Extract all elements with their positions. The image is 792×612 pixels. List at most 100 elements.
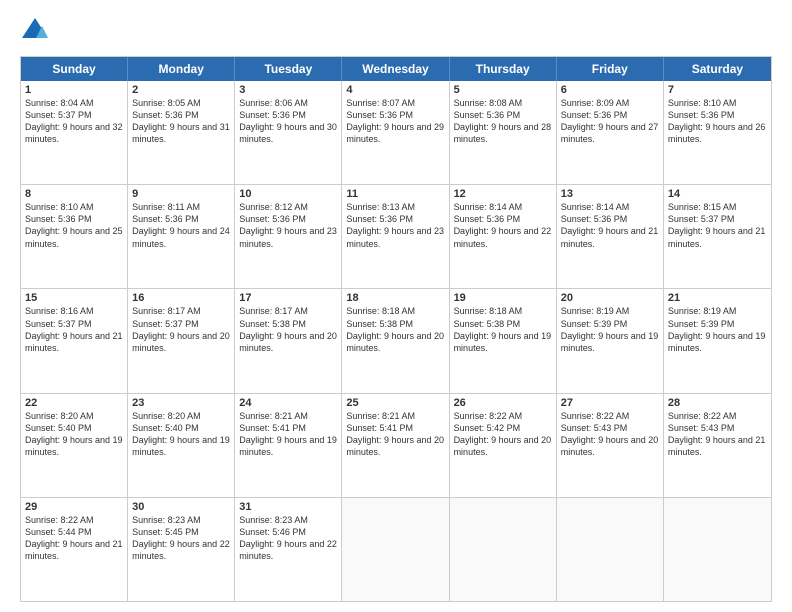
calendar-cell: 17 Sunrise: 8:17 AM Sunset: 5:38 PM Dayl… [235, 289, 342, 392]
calendar-header: SundayMondayTuesdayWednesdayThursdayFrid… [21, 57, 771, 81]
calendar-cell [342, 498, 449, 601]
calendar-cell: 15 Sunrise: 8:16 AM Sunset: 5:37 PM Dayl… [21, 289, 128, 392]
day-number: 21 [668, 292, 767, 304]
calendar-row: 1 Sunrise: 8:04 AM Sunset: 5:37 PM Dayli… [21, 81, 771, 184]
calendar-cell: 6 Sunrise: 8:09 AM Sunset: 5:36 PM Dayli… [557, 81, 664, 184]
day-info: Sunrise: 8:09 AM Sunset: 5:36 PM Dayligh… [561, 97, 659, 146]
calendar-cell: 29 Sunrise: 8:22 AM Sunset: 5:44 PM Dayl… [21, 498, 128, 601]
calendar-cell: 26 Sunrise: 8:22 AM Sunset: 5:42 PM Dayl… [450, 394, 557, 497]
day-info: Sunrise: 8:19 AM Sunset: 5:39 PM Dayligh… [668, 305, 767, 354]
calendar-header-cell: Friday [557, 57, 664, 81]
day-info: Sunrise: 8:14 AM Sunset: 5:36 PM Dayligh… [454, 201, 552, 250]
calendar-cell: 31 Sunrise: 8:23 AM Sunset: 5:46 PM Dayl… [235, 498, 342, 601]
day-info: Sunrise: 8:08 AM Sunset: 5:36 PM Dayligh… [454, 97, 552, 146]
day-number: 4 [346, 84, 444, 96]
day-info: Sunrise: 8:21 AM Sunset: 5:41 PM Dayligh… [346, 410, 444, 459]
day-number: 5 [454, 84, 552, 96]
day-info: Sunrise: 8:17 AM Sunset: 5:37 PM Dayligh… [132, 305, 230, 354]
day-info: Sunrise: 8:13 AM Sunset: 5:36 PM Dayligh… [346, 201, 444, 250]
day-number: 11 [346, 188, 444, 200]
day-info: Sunrise: 8:23 AM Sunset: 5:45 PM Dayligh… [132, 514, 230, 563]
day-info: Sunrise: 8:22 AM Sunset: 5:43 PM Dayligh… [668, 410, 767, 459]
calendar-header-cell: Thursday [450, 57, 557, 81]
header [20, 16, 772, 46]
day-number: 23 [132, 397, 230, 409]
day-number: 29 [25, 501, 123, 513]
day-number: 19 [454, 292, 552, 304]
calendar-cell [450, 498, 557, 601]
day-info: Sunrise: 8:22 AM Sunset: 5:42 PM Dayligh… [454, 410, 552, 459]
logo-icon [20, 16, 50, 46]
day-number: 6 [561, 84, 659, 96]
calendar-cell: 4 Sunrise: 8:07 AM Sunset: 5:36 PM Dayli… [342, 81, 449, 184]
day-number: 26 [454, 397, 552, 409]
calendar-header-cell: Sunday [21, 57, 128, 81]
calendar-cell: 12 Sunrise: 8:14 AM Sunset: 5:36 PM Dayl… [450, 185, 557, 288]
calendar-header-cell: Monday [128, 57, 235, 81]
day-number: 14 [668, 188, 767, 200]
day-info: Sunrise: 8:20 AM Sunset: 5:40 PM Dayligh… [25, 410, 123, 459]
calendar-cell: 19 Sunrise: 8:18 AM Sunset: 5:38 PM Dayl… [450, 289, 557, 392]
day-number: 15 [25, 292, 123, 304]
day-info: Sunrise: 8:12 AM Sunset: 5:36 PM Dayligh… [239, 201, 337, 250]
day-info: Sunrise: 8:11 AM Sunset: 5:36 PM Dayligh… [132, 201, 230, 250]
day-number: 8 [25, 188, 123, 200]
day-number: 10 [239, 188, 337, 200]
day-info: Sunrise: 8:14 AM Sunset: 5:36 PM Dayligh… [561, 201, 659, 250]
day-number: 24 [239, 397, 337, 409]
calendar-cell: 23 Sunrise: 8:20 AM Sunset: 5:40 PM Dayl… [128, 394, 235, 497]
day-number: 18 [346, 292, 444, 304]
calendar-cell: 13 Sunrise: 8:14 AM Sunset: 5:36 PM Dayl… [557, 185, 664, 288]
day-number: 17 [239, 292, 337, 304]
calendar-cell: 1 Sunrise: 8:04 AM Sunset: 5:37 PM Dayli… [21, 81, 128, 184]
calendar-cell: 10 Sunrise: 8:12 AM Sunset: 5:36 PM Dayl… [235, 185, 342, 288]
calendar-cell: 16 Sunrise: 8:17 AM Sunset: 5:37 PM Dayl… [128, 289, 235, 392]
day-info: Sunrise: 8:20 AM Sunset: 5:40 PM Dayligh… [132, 410, 230, 459]
day-number: 22 [25, 397, 123, 409]
calendar-row: 8 Sunrise: 8:10 AM Sunset: 5:36 PM Dayli… [21, 184, 771, 288]
day-info: Sunrise: 8:04 AM Sunset: 5:37 PM Dayligh… [25, 97, 123, 146]
day-number: 30 [132, 501, 230, 513]
day-info: Sunrise: 8:18 AM Sunset: 5:38 PM Dayligh… [346, 305, 444, 354]
calendar-cell: 2 Sunrise: 8:05 AM Sunset: 5:36 PM Dayli… [128, 81, 235, 184]
calendar-row: 15 Sunrise: 8:16 AM Sunset: 5:37 PM Dayl… [21, 288, 771, 392]
day-info: Sunrise: 8:06 AM Sunset: 5:36 PM Dayligh… [239, 97, 337, 146]
calendar-cell: 11 Sunrise: 8:13 AM Sunset: 5:36 PM Dayl… [342, 185, 449, 288]
calendar-cell: 22 Sunrise: 8:20 AM Sunset: 5:40 PM Dayl… [21, 394, 128, 497]
day-number: 9 [132, 188, 230, 200]
day-info: Sunrise: 8:18 AM Sunset: 5:38 PM Dayligh… [454, 305, 552, 354]
day-number: 12 [454, 188, 552, 200]
day-info: Sunrise: 8:22 AM Sunset: 5:43 PM Dayligh… [561, 410, 659, 459]
calendar-cell: 14 Sunrise: 8:15 AM Sunset: 5:37 PM Dayl… [664, 185, 771, 288]
day-number: 25 [346, 397, 444, 409]
day-info: Sunrise: 8:15 AM Sunset: 5:37 PM Dayligh… [668, 201, 767, 250]
day-info: Sunrise: 8:05 AM Sunset: 5:36 PM Dayligh… [132, 97, 230, 146]
calendar-body: 1 Sunrise: 8:04 AM Sunset: 5:37 PM Dayli… [21, 81, 771, 601]
day-number: 3 [239, 84, 337, 96]
day-number: 2 [132, 84, 230, 96]
calendar-cell: 28 Sunrise: 8:22 AM Sunset: 5:43 PM Dayl… [664, 394, 771, 497]
day-info: Sunrise: 8:17 AM Sunset: 5:38 PM Dayligh… [239, 305, 337, 354]
day-number: 1 [25, 84, 123, 96]
day-info: Sunrise: 8:16 AM Sunset: 5:37 PM Dayligh… [25, 305, 123, 354]
calendar: SundayMondayTuesdayWednesdayThursdayFrid… [20, 56, 772, 602]
calendar-cell: 30 Sunrise: 8:23 AM Sunset: 5:45 PM Dayl… [128, 498, 235, 601]
day-info: Sunrise: 8:19 AM Sunset: 5:39 PM Dayligh… [561, 305, 659, 354]
calendar-cell: 9 Sunrise: 8:11 AM Sunset: 5:36 PM Dayli… [128, 185, 235, 288]
page: SundayMondayTuesdayWednesdayThursdayFrid… [0, 0, 792, 612]
calendar-row: 29 Sunrise: 8:22 AM Sunset: 5:44 PM Dayl… [21, 497, 771, 601]
calendar-cell: 18 Sunrise: 8:18 AM Sunset: 5:38 PM Dayl… [342, 289, 449, 392]
calendar-row: 22 Sunrise: 8:20 AM Sunset: 5:40 PM Dayl… [21, 393, 771, 497]
day-number: 28 [668, 397, 767, 409]
day-info: Sunrise: 8:10 AM Sunset: 5:36 PM Dayligh… [25, 201, 123, 250]
day-info: Sunrise: 8:21 AM Sunset: 5:41 PM Dayligh… [239, 410, 337, 459]
day-number: 20 [561, 292, 659, 304]
logo [20, 16, 54, 46]
calendar-header-cell: Wednesday [342, 57, 449, 81]
calendar-cell: 27 Sunrise: 8:22 AM Sunset: 5:43 PM Dayl… [557, 394, 664, 497]
calendar-cell: 8 Sunrise: 8:10 AM Sunset: 5:36 PM Dayli… [21, 185, 128, 288]
calendar-cell: 21 Sunrise: 8:19 AM Sunset: 5:39 PM Dayl… [664, 289, 771, 392]
calendar-header-cell: Saturday [664, 57, 771, 81]
day-number: 27 [561, 397, 659, 409]
calendar-cell: 3 Sunrise: 8:06 AM Sunset: 5:36 PM Dayli… [235, 81, 342, 184]
